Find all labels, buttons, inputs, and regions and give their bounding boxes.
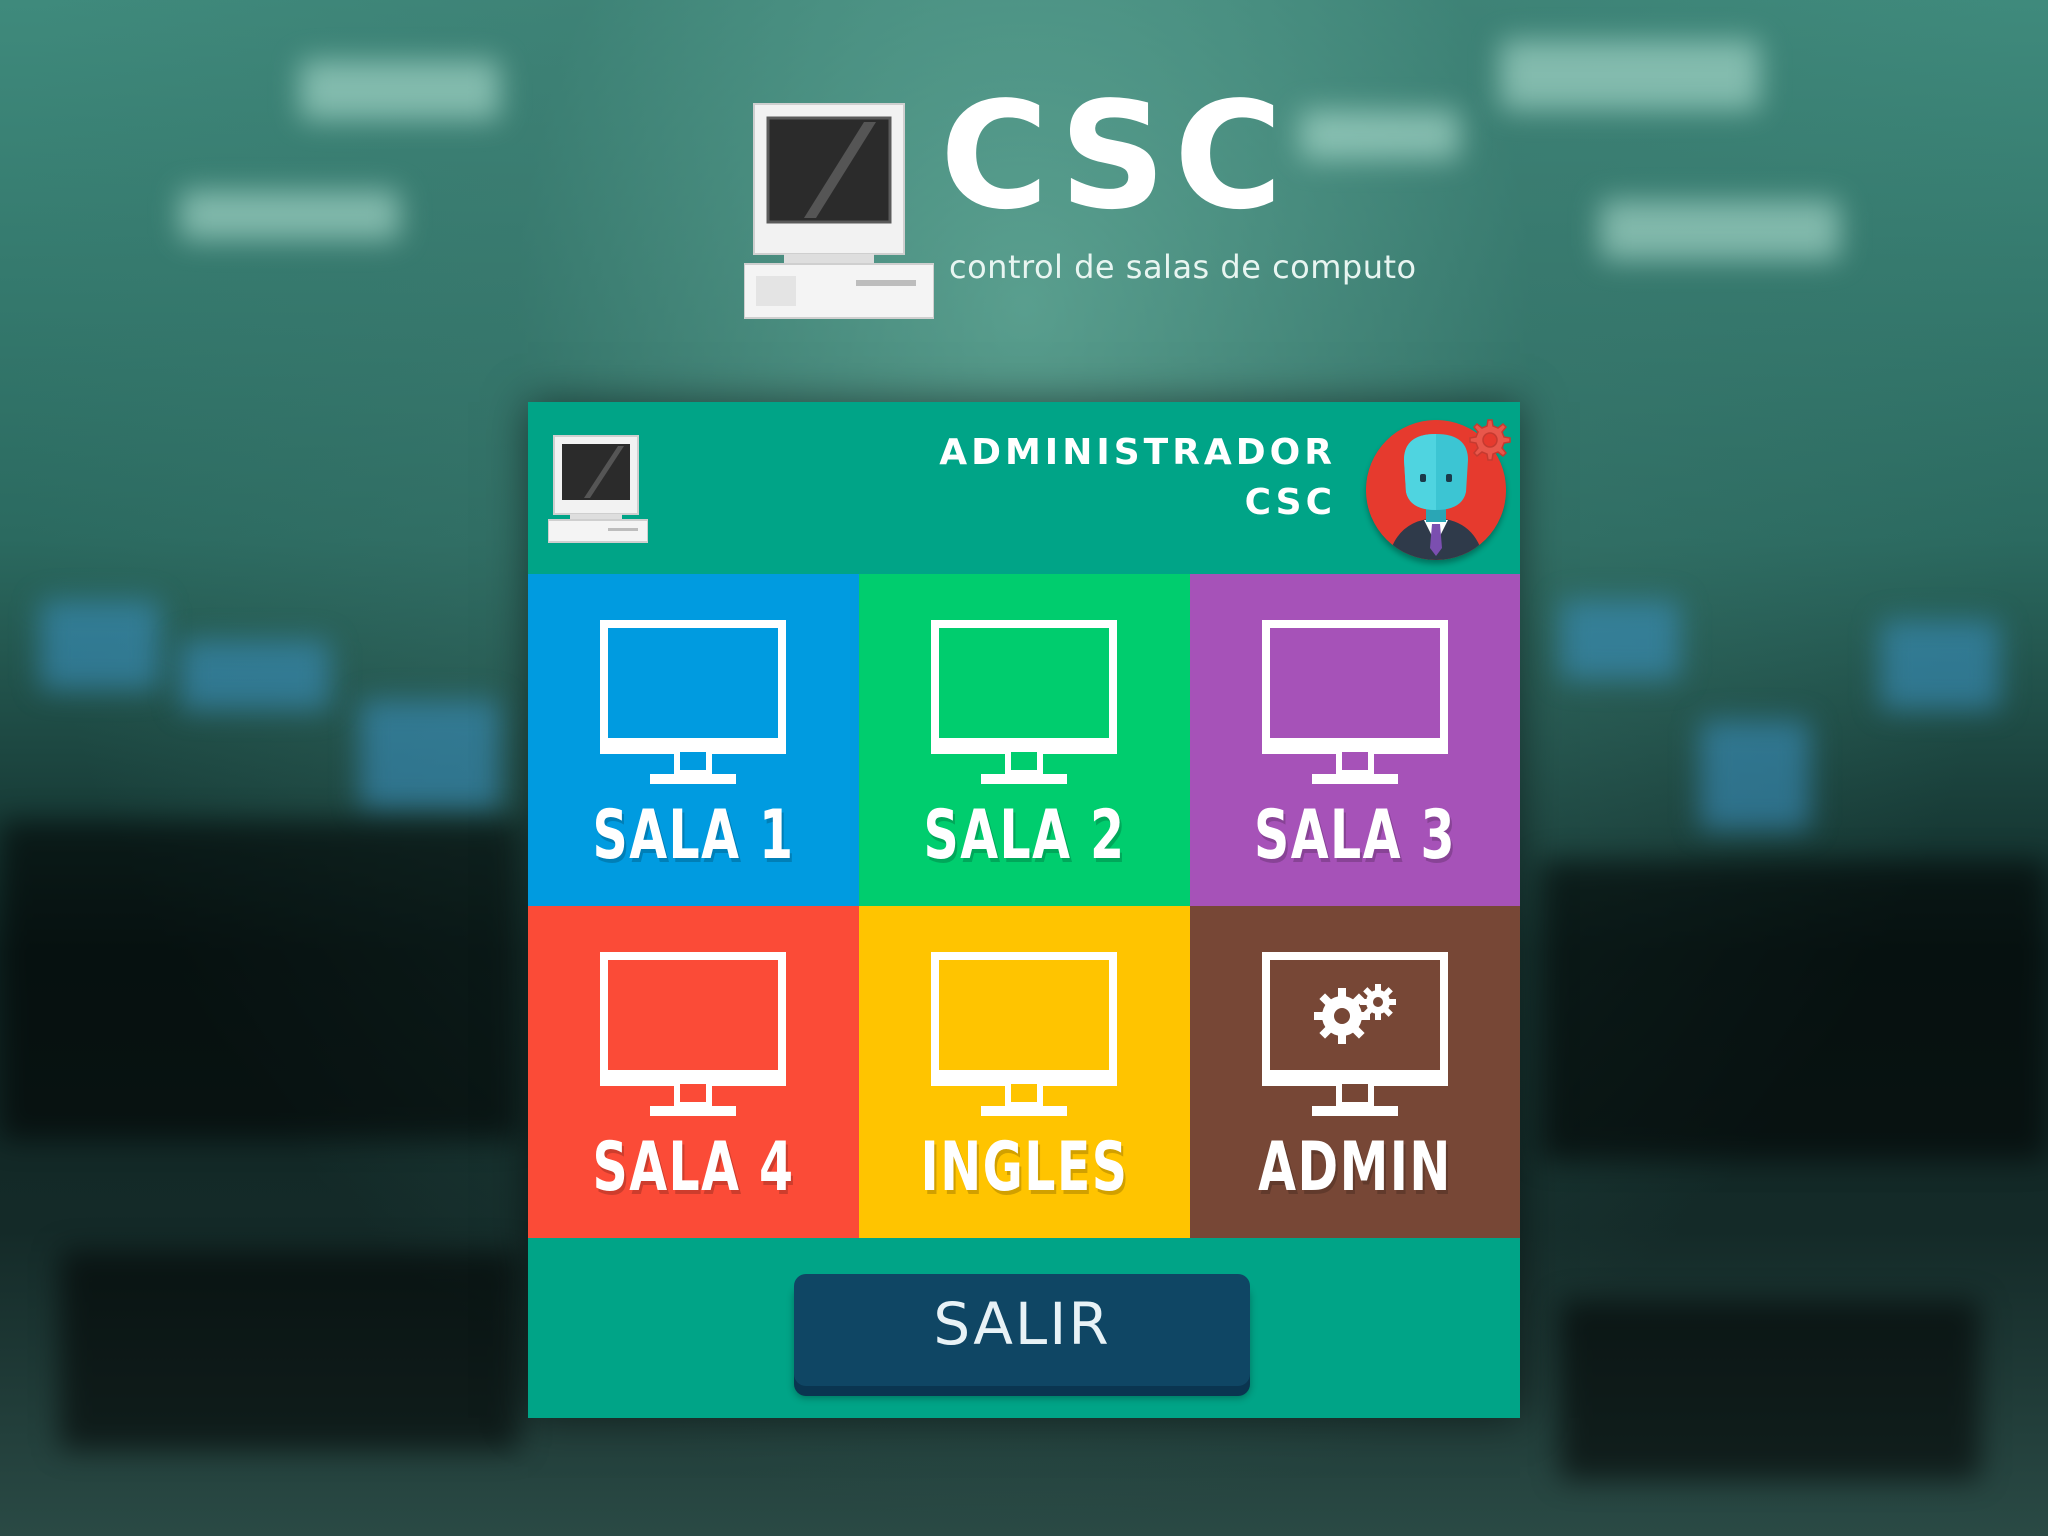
monitor-icon bbox=[600, 620, 786, 784]
tile-label: SALA 2 bbox=[923, 796, 1126, 875]
main-panel: ADMINISTRADOR CSC SALA 1 SALA 2 SALA 3 S… bbox=[528, 402, 1520, 1418]
monitor-icon bbox=[1262, 620, 1448, 784]
tile-label: SALA 1 bbox=[592, 796, 795, 875]
exit-button[interactable]: SALIR bbox=[794, 1274, 1250, 1386]
tile-label: SALA 4 bbox=[592, 1128, 795, 1207]
settings-gear-icon[interactable] bbox=[1464, 416, 1512, 464]
exit-button-label: SALIR bbox=[933, 1290, 1111, 1358]
user-role: ADMINISTRADOR bbox=[939, 432, 1336, 473]
monitor-icon bbox=[931, 620, 1117, 784]
header: ADMINISTRADOR CSC bbox=[528, 402, 1520, 574]
rooms-grid: SALA 1 SALA 2 SALA 3 SALA 4 INGLES ADMIN bbox=[528, 574, 1520, 1238]
tile-label: INGLES bbox=[920, 1128, 1129, 1207]
tile-sala-4[interactable]: SALA 4 bbox=[528, 906, 859, 1238]
tile-admin[interactable]: ADMIN bbox=[1190, 906, 1520, 1238]
monitor-gears-icon bbox=[1262, 952, 1448, 1116]
computer-icon bbox=[548, 435, 648, 543]
tile-sala-2[interactable]: SALA 2 bbox=[859, 574, 1190, 906]
csc-logo: CSC control de salas de computo bbox=[744, 82, 1416, 320]
monitor-icon bbox=[600, 952, 786, 1116]
user-name: CSC bbox=[1244, 482, 1336, 523]
tile-ingles[interactable]: INGLES bbox=[859, 906, 1190, 1238]
tile-label: ADMIN bbox=[1258, 1128, 1452, 1207]
tile-label: SALA 3 bbox=[1253, 796, 1456, 875]
logo-title: CSC bbox=[940, 70, 1291, 242]
logo-subtitle: control de salas de computo bbox=[949, 248, 1417, 286]
tile-sala-1[interactable]: SALA 1 bbox=[528, 574, 859, 906]
computer-icon bbox=[744, 103, 934, 319]
monitor-icon bbox=[931, 952, 1117, 1116]
tile-sala-3[interactable]: SALA 3 bbox=[1190, 574, 1520, 906]
